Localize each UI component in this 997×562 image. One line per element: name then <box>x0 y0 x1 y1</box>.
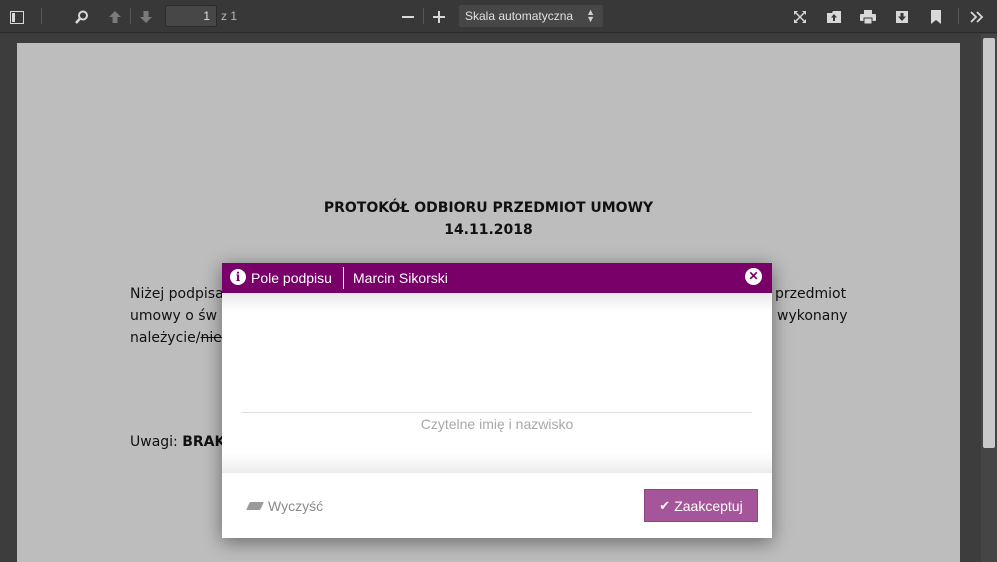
accept-button[interactable]: ✔ Zaakceptuj <box>644 489 758 522</box>
page-total-label: z 1 <box>221 9 238 23</box>
document-title: PROTOKÓŁ ODBIORU PRZEDMIOT UMOWY <box>323 200 654 216</box>
paragraph-line3: należycie/nie <box>130 327 222 349</box>
bookmark-icon[interactable] <box>926 7 946 27</box>
close-icon[interactable]: ✕ <box>745 268 762 285</box>
vertical-scrollbar[interactable] <box>981 34 997 562</box>
modal-header: i Pole podpisu Marcin Sikorski ✕ <box>222 263 772 293</box>
arrow-up-icon[interactable] <box>105 7 125 27</box>
accept-button-label: Zaakceptuj <box>674 497 743 514</box>
info-icon: i <box>230 269 246 285</box>
paragraph-line3-strike: nie <box>200 330 222 346</box>
zoom-select[interactable]: Skala automatyczna ▲ ▼ <box>459 5 603 27</box>
signature-line <box>242 412 752 413</box>
clear-button[interactable]: Wyczyść <box>246 498 324 514</box>
arrow-down-icon[interactable] <box>136 7 156 27</box>
select-arrows-icon: ▲ ▼ <box>586 7 595 24</box>
fullscreen-icon[interactable] <box>790 7 810 27</box>
sidebar-toggle-icon[interactable] <box>7 7 27 27</box>
eraser-icon <box>246 502 264 510</box>
zoom-select-label: Skala automatyczna <box>465 9 574 23</box>
toolbar-separator <box>423 8 424 24</box>
paragraph-line3-text: należycie/ <box>130 330 201 346</box>
paragraph-line1-left: Niżej podpisa <box>130 286 224 302</box>
download-icon[interactable] <box>892 7 912 27</box>
print-icon[interactable] <box>858 7 878 27</box>
header-divider <box>343 267 344 289</box>
open-file-icon[interactable] <box>824 7 844 27</box>
plus-icon[interactable] <box>429 7 449 27</box>
paragraph-line2-right: wykonany <box>777 308 848 324</box>
signature-modal: i Pole podpisu Marcin Sikorski ✕ Czyteln… <box>222 263 772 538</box>
pdf-toolbar: 1 z 1 Skala automatyczna ▲ ▼ <box>0 0 997 33</box>
clear-button-label: Wyczyść <box>268 498 324 514</box>
remarks: Uwagi: BRAK <box>130 431 225 453</box>
modal-title: Pole podpisu <box>251 270 332 286</box>
remarks-value: BRAK <box>182 434 226 450</box>
scrollbar-thumb[interactable] <box>983 38 995 448</box>
paragraph-line2-left: umowy o św <box>130 308 218 324</box>
remarks-label: Uwagi: <box>130 434 183 450</box>
double-chevron-right-icon[interactable] <box>967 7 987 27</box>
toolbar-separator <box>958 8 959 24</box>
signer-name: Marcin Sikorski <box>353 270 448 286</box>
check-icon: ✔ <box>659 497 671 513</box>
paragraph-line1-right: przedmiot <box>775 286 847 302</box>
page-number-input[interactable]: 1 <box>165 5 217 27</box>
toolbar-separator <box>130 8 131 24</box>
document-date: 14.11.2018 <box>444 222 533 238</box>
search-icon[interactable] <box>72 7 92 27</box>
minus-icon[interactable] <box>398 7 418 27</box>
modal-footer: Wyczyść ✔ Zaakceptuj <box>222 473 772 538</box>
toolbar-separator <box>41 8 42 24</box>
signature-caption: Czytelne imię i nazwisko <box>420 416 574 432</box>
signature-canvas[interactable]: Czytelne imię i nazwisko <box>222 293 772 473</box>
